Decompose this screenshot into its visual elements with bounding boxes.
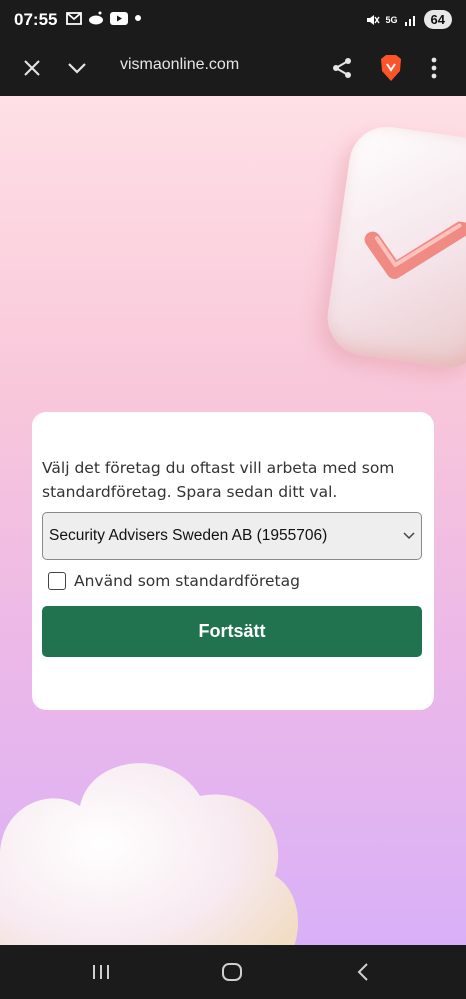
- system-icons: 5G 64: [366, 10, 452, 29]
- close-button[interactable]: [18, 54, 46, 82]
- brave-shield-button[interactable]: [377, 54, 405, 82]
- notification-icons: [66, 11, 142, 25]
- url-text: vismaonline.com: [120, 56, 240, 73]
- continue-button[interactable]: Fortsätt: [42, 606, 422, 657]
- share-button[interactable]: [328, 54, 356, 82]
- chevron-down-icon: [403, 532, 415, 540]
- page-content: Välj det företag du oftast vill arbeta m…: [0, 96, 466, 945]
- network-icon: 5G: [385, 14, 398, 25]
- url-bar[interactable]: vismaonline.com: [120, 56, 239, 74]
- share-icon: [333, 58, 351, 78]
- decorative-cloud: [0, 763, 298, 945]
- browser-toolbar: vismaonline.com: [0, 40, 466, 96]
- chevron-down-icon: [68, 63, 86, 74]
- home-icon: [222, 963, 242, 981]
- reddit-icon: [89, 11, 103, 25]
- status-bar: 07:55 5G 64: [0, 0, 466, 40]
- status-time: 07:55: [14, 10, 58, 29]
- more-icon: [431, 57, 437, 79]
- close-icon: [24, 60, 40, 76]
- company-select[interactable]: Security Advisers Sweden AB (1955706): [42, 512, 422, 560]
- gmail-icon: [66, 11, 82, 25]
- back-icon: [357, 963, 368, 981]
- company-select-value: Security Advisers Sweden AB (1955706): [49, 527, 328, 544]
- default-company-checkbox[interactable]: [48, 572, 66, 590]
- home-button[interactable]: [217, 959, 247, 985]
- collapse-button[interactable]: [63, 54, 91, 82]
- battery-icon: 64: [423, 10, 452, 29]
- navigation-bar: [0, 945, 466, 999]
- more-button[interactable]: [420, 54, 448, 82]
- recent-apps-button[interactable]: [86, 959, 116, 985]
- description-text: Välj det företag du oftast vill arbeta m…: [42, 459, 395, 501]
- mute-icon: [366, 14, 380, 25]
- dot-icon: [135, 15, 141, 21]
- default-company-checkbox-row[interactable]: Använd som standardföretag: [48, 572, 300, 590]
- back-button[interactable]: [348, 959, 378, 985]
- checkmark-icon: [364, 220, 466, 279]
- checkbox-label: Använd som standardföretag: [74, 572, 300, 590]
- decorative-checkmark-card: [322, 121, 466, 373]
- brave-icon: [381, 55, 401, 81]
- signal-icon: [404, 15, 415, 26]
- company-select-card: Välj det företag du oftast vill arbeta m…: [32, 412, 434, 710]
- youtube-icon: [110, 11, 128, 25]
- recent-apps-icon: [93, 965, 109, 979]
